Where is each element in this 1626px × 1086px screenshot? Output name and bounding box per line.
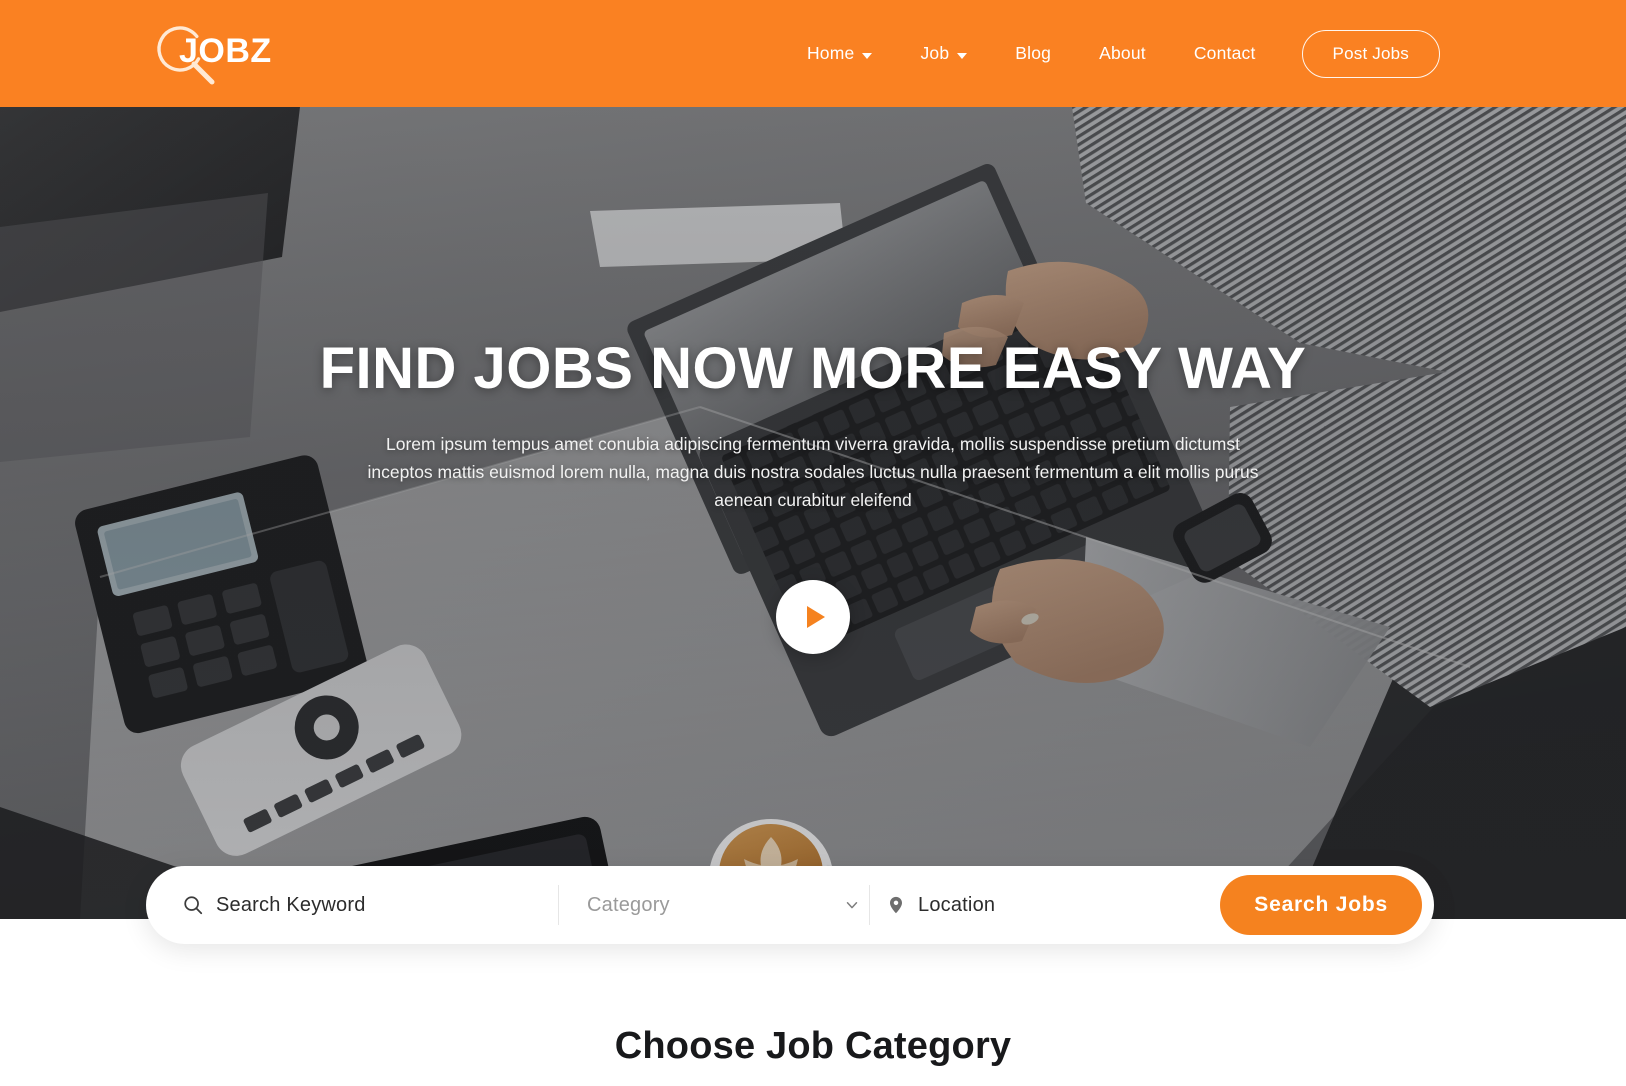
nav-item-contact[interactable]: Contact [1170,0,1280,107]
job-search-bar: Search Keyword Category Location Search … [146,866,1434,944]
hero-subtitle: Lorem ipsum tempus amet conubia adipisci… [367,433,1259,510]
hero-content: Find Jobs Now More Easy Way Lorem ipsum … [0,107,1626,919]
main-nav: Home Job Blog About Contact Post Jobs [0,0,1626,107]
play-icon [806,605,825,628]
post-jobs-button[interactable]: Post Jobs [1301,29,1440,78]
chevron-down-icon [862,52,873,59]
nav-label-home: Home [806,43,855,63]
section-heading-choose-job-category: Choose Job Category [614,1025,1012,1067]
job-categories-section: Choose Job Category [0,919,1626,1086]
nav-item-home[interactable]: Home [783,0,896,107]
search-keyword-placeholder: Search Keyword [216,893,366,916]
hero-section: Find Jobs Now More Easy Way Lorem ipsum … [0,107,1626,919]
nav-label-about: About [1099,43,1146,63]
search-location-field[interactable]: Location [870,866,1200,944]
chevron-down-icon [957,52,968,59]
nav-label-contact: Contact [1193,43,1256,63]
chevron-down-icon [846,902,858,909]
play-video-button[interactable] [776,579,850,654]
nav-item-blog[interactable]: Blog [991,0,1075,107]
site-header: JOBZ Home Job Blog About Contact Post Jo… [0,0,1626,107]
nav-label-blog: Blog [1015,43,1052,63]
search-location-placeholder: Location [918,893,996,916]
map-pin-icon [890,896,902,914]
search-keyword-field[interactable]: Search Keyword [146,866,558,944]
page-root: JOBZ Home Job Blog About Contact Post Jo… [0,0,1626,1086]
search-jobs-button[interactable]: Search Jobs [1220,875,1422,935]
search-icon [184,896,203,915]
search-category-placeholder: Category [587,893,670,916]
search-category-select[interactable]: Category [559,866,869,944]
nav-item-about[interactable]: About [1075,0,1170,107]
nav-label-job: Job [920,43,950,63]
hero-title: Find Jobs Now More Easy Way [319,336,1307,401]
nav-item-job[interactable]: Job [896,0,991,107]
